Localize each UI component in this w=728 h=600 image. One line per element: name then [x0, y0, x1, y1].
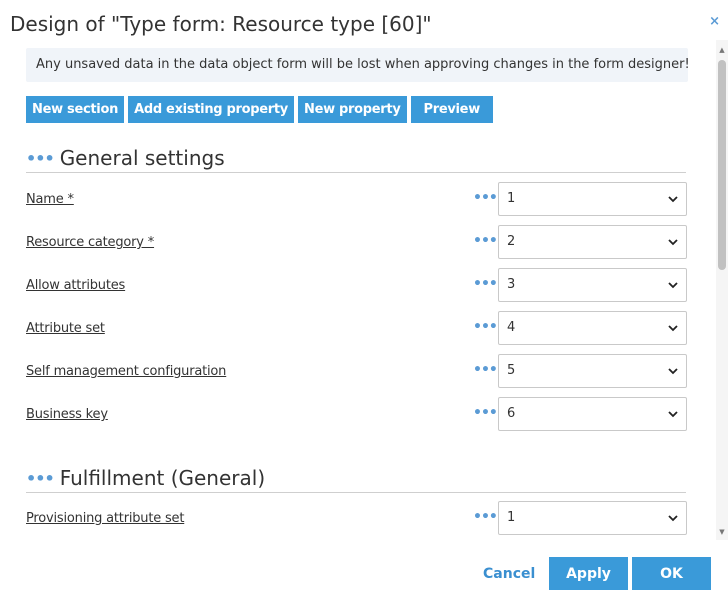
property-row: Attribute set ••• 4 [26, 311, 688, 345]
order-select[interactable]: 6 [498, 397, 687, 431]
order-select[interactable]: 2 [498, 225, 687, 259]
chevron-down-icon [668, 368, 678, 375]
section-title: General settings [59, 145, 225, 170]
designer-toolbar: New section Add existing property New pr… [26, 96, 493, 123]
dialog-footer: Cancel Apply OK [0, 557, 728, 591]
apply-button[interactable]: Apply [549, 557, 628, 590]
scroll-up-icon[interactable]: ▲ [716, 44, 728, 56]
property-row: Resource category * ••• 2 [26, 225, 688, 259]
more-options-icon[interactable]: ••• [473, 190, 498, 206]
more-options-icon[interactable]: ••• [473, 362, 498, 378]
dialog-title: Design of "Type form: Resource type [60]… [10, 12, 432, 36]
chevron-down-icon [668, 411, 678, 418]
chevron-down-icon [668, 282, 678, 289]
ok-button[interactable]: OK [632, 557, 711, 590]
property-row: Business key ••• 6 [26, 397, 688, 431]
section-header-fulfillment-general: ••• Fulfillment (General) [26, 463, 686, 493]
more-options-icon[interactable]: ••• [473, 233, 498, 249]
select-value: 6 [507, 406, 516, 421]
section-title: Fulfillment (General) [59, 465, 266, 490]
unsaved-data-notice: Any unsaved data in the data object form… [26, 48, 690, 82]
select-value: 5 [507, 363, 516, 378]
order-select[interactable]: 4 [498, 311, 687, 345]
order-select[interactable]: 3 [498, 268, 687, 302]
chevron-down-icon [668, 325, 678, 332]
section-header-general-settings: ••• General settings [26, 143, 686, 173]
new-section-button[interactable]: New section [26, 96, 125, 123]
select-value: 4 [507, 320, 516, 335]
chevron-down-icon [668, 515, 678, 522]
order-select[interactable]: 1 [498, 501, 687, 535]
property-row: Allow attributes ••• 3 [26, 268, 688, 302]
select-value: 2 [507, 234, 516, 249]
scrollbar-thumb[interactable] [718, 60, 726, 270]
section-options-icon[interactable]: ••• [26, 470, 55, 487]
more-options-icon[interactable]: ••• [473, 405, 498, 421]
new-property-button[interactable]: New property [297, 96, 407, 123]
property-label[interactable]: Self management configuration [26, 364, 226, 379]
more-options-icon[interactable]: ••• [473, 276, 498, 292]
order-select[interactable]: 5 [498, 354, 687, 388]
property-label[interactable]: Name * [26, 192, 74, 207]
close-icon[interactable]: × [709, 14, 720, 29]
property-label[interactable]: Business key [26, 407, 108, 422]
cancel-button[interactable]: Cancel [483, 566, 535, 582]
property-label[interactable]: Attribute set [26, 321, 105, 336]
form-designer-content: Any unsaved data in the data object form… [0, 40, 716, 540]
scroll-down-icon[interactable]: ▼ [716, 526, 728, 538]
property-row: Provisioning attribute set ••• 1 [26, 501, 688, 535]
property-label[interactable]: Allow attributes [26, 278, 125, 293]
section-options-icon[interactable]: ••• [26, 150, 55, 167]
select-value: 1 [507, 191, 516, 206]
chevron-down-icon [668, 196, 678, 203]
property-label[interactable]: Provisioning attribute set [26, 511, 184, 526]
chevron-down-icon [668, 239, 678, 246]
property-row: Self management configuration ••• 5 [26, 354, 688, 388]
property-label[interactable]: Resource category * [26, 235, 154, 250]
property-row: Name * ••• 1 [26, 182, 688, 216]
select-value: 3 [507, 277, 516, 292]
vertical-scrollbar[interactable]: ▲ ▼ [716, 40, 728, 540]
preview-button[interactable]: Preview [410, 96, 493, 123]
more-options-icon[interactable]: ••• [473, 509, 498, 525]
select-value: 1 [507, 510, 516, 525]
more-options-icon[interactable]: ••• [473, 319, 498, 335]
order-select[interactable]: 1 [498, 182, 687, 216]
add-existing-property-button[interactable]: Add existing property [128, 96, 294, 123]
